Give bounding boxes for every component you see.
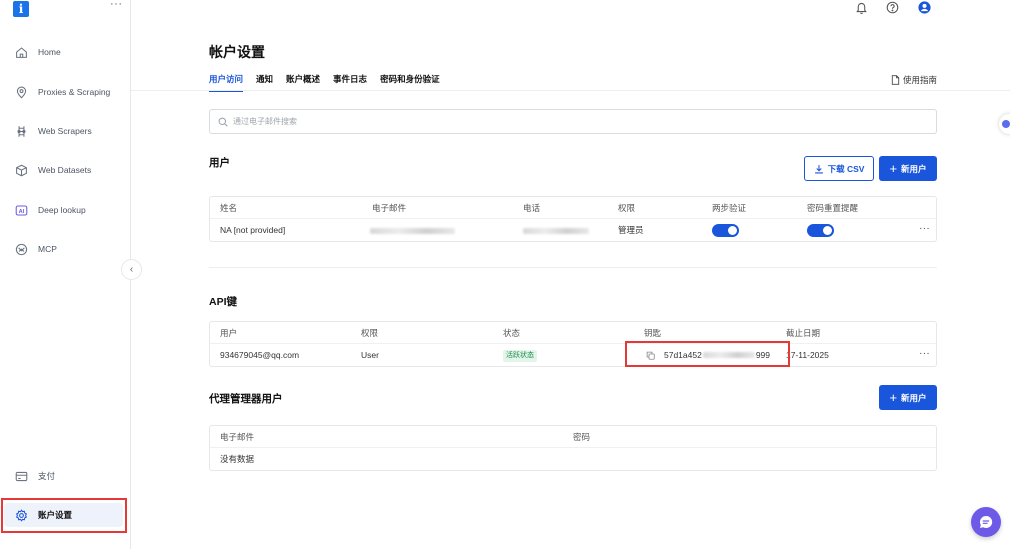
email-search-input[interactable] [233, 117, 833, 126]
sidebar-item-label: Web Scrapers [38, 126, 92, 136]
api-keys-section-title: API键 [209, 296, 238, 308]
download-icon [814, 164, 823, 173]
table-header-row: 姓名 电子邮件 电话 权限 两步验证 密码重置提醒 [210, 197, 936, 219]
user-avatar-icon[interactable] [917, 0, 931, 14]
sidebar-item-deep-lookup[interactable]: AI Deep lookup [0, 198, 131, 222]
table-header-row: 电子邮件 密码 [210, 426, 936, 448]
column-header: 电子邮件 [220, 432, 255, 442]
sidebar-item-proxies[interactable]: Proxies & Scraping [0, 80, 131, 104]
table-row: 没有数据 [210, 448, 936, 470]
assistant-dot-icon [1002, 120, 1010, 128]
sidebar-item-account-settings[interactable]: 账户设置 [4, 503, 123, 527]
users-table: 姓名 电子邮件 电话 权限 两步验证 密码重置提醒 NA [not provid… [209, 196, 937, 242]
brand-logo[interactable]: i [13, 1, 29, 17]
column-header: 密码重置提醒 [807, 203, 859, 213]
help-icon[interactable] [885, 0, 899, 14]
column-header: 两步验证 [712, 203, 747, 213]
sidebar-item-billing[interactable]: 支付 [0, 464, 131, 488]
api-key-user: 934679045@qq.com [220, 350, 300, 360]
sidebar-item-label: Deep lookup [38, 205, 86, 215]
copy-icon[interactable] [646, 351, 655, 360]
api-key-value: 57d1a452 999 [646, 344, 770, 366]
usage-guide-link[interactable]: 使用指南 [891, 74, 937, 86]
download-csv-label: 下载 CSV [827, 163, 865, 174]
column-header: 电子邮件 [372, 203, 407, 213]
table-header-row: 用户 权限 状态 钥匙 截止日期 [210, 322, 936, 344]
sidebar-item-label: Proxies & Scraping [38, 87, 111, 97]
column-header: 姓名 [220, 203, 238, 213]
sidebar-item-web-scrapers[interactable]: Web Scrapers [0, 119, 131, 143]
more-menu-icon[interactable]: ··· [110, 0, 123, 10]
table-row: NA [not provided] 管理员 ··· [210, 219, 936, 241]
api-key-status: 活跃状态 [503, 344, 537, 366]
add-user-button[interactable]: + 新用户 [879, 156, 937, 181]
gear-icon [14, 508, 28, 522]
column-header: 电话 [523, 203, 541, 213]
sidebar-item-home[interactable]: Home [0, 40, 131, 64]
user-name: NA [not provided] [220, 225, 286, 235]
api-key-prefix: 57d1a452 [664, 350, 702, 360]
section-divider [209, 267, 937, 268]
tabs-divider [131, 90, 1010, 91]
home-icon [14, 45, 28, 59]
search-icon [218, 117, 228, 127]
mcp-icon [14, 242, 28, 256]
chevron-left-icon: ‹ [129, 264, 134, 275]
plus-icon: + [889, 161, 898, 176]
column-header: 用户 [220, 328, 238, 338]
api-key-expiry: 17-11-2025 [786, 350, 829, 360]
users-section-title: 用户 [209, 157, 230, 169]
add-user-label: 新用户 [901, 392, 927, 403]
email-search-box[interactable] [209, 109, 937, 134]
user-phone-masked [523, 219, 589, 241]
table-row: 934679045@qq.com User 活跃状态 57d1a452 999 … [210, 344, 936, 366]
user-email-masked [370, 219, 455, 241]
user-role: 管理员 [618, 225, 644, 235]
scraper-icon [14, 124, 28, 138]
sidebar: i ··· Home Proxies & Scraping Web Scrape… [0, 0, 131, 549]
side-assistant-tab[interactable] [999, 114, 1010, 134]
plus-icon: + [889, 390, 898, 405]
add-user-label: 新用户 [901, 163, 927, 174]
card-icon [14, 469, 28, 483]
sidebar-item-label: Web Datasets [38, 165, 92, 175]
add-proxy-user-button[interactable]: + 新用户 [879, 385, 937, 410]
bell-icon[interactable] [854, 0, 868, 14]
proxy-users-table: 电子邮件 密码 没有数据 [209, 425, 937, 471]
two-factor-toggle[interactable] [712, 224, 739, 237]
column-header: 截止日期 [786, 328, 821, 338]
column-header: 权限 [618, 203, 636, 213]
sidebar-item-label: MCP [38, 244, 57, 254]
dataset-cube-icon [14, 163, 28, 177]
sidebar-item-label: 账户设置 [38, 510, 73, 520]
location-pin-icon [14, 85, 28, 99]
sidebar-item-label: Home [38, 47, 61, 57]
chat-bubble-icon [979, 515, 993, 528]
collapse-sidebar-button[interactable]: ‹ [121, 259, 142, 280]
api-keys-table: 用户 权限 状态 钥匙 截止日期 934679045@qq.com User 活… [209, 321, 937, 367]
download-csv-button[interactable]: 下载 CSV [804, 156, 874, 181]
proxy-manager-users-section-title: 代理管理器用户 [209, 393, 283, 405]
column-header: 钥匙 [644, 328, 662, 338]
empty-state-text: 没有数据 [220, 454, 255, 464]
sidebar-item-mcp[interactable]: MCP [0, 237, 131, 261]
sidebar-item-label: 支付 [38, 471, 56, 481]
column-header: 密码 [573, 432, 591, 442]
document-icon [891, 75, 900, 85]
sidebar-item-web-datasets[interactable]: Web Datasets [0, 158, 131, 182]
column-header: 权限 [361, 328, 379, 338]
api-key-role: User [361, 350, 379, 360]
password-reset-reminder-toggle[interactable] [807, 224, 834, 237]
chat-button[interactable] [971, 507, 1001, 537]
ai-badge-text: AI [18, 208, 24, 214]
page-title: 帐户设置 [209, 44, 265, 60]
api-key-suffix: 999 [755, 350, 771, 360]
ai-badge-icon: AI [14, 203, 28, 217]
row-actions-menu-icon[interactable]: ··· [919, 344, 930, 364]
column-header: 状态 [503, 328, 521, 338]
usage-guide-label: 使用指南 [902, 75, 937, 85]
row-actions-menu-icon[interactable]: ··· [919, 219, 930, 239]
status-badge: 活跃状态 [503, 349, 537, 362]
